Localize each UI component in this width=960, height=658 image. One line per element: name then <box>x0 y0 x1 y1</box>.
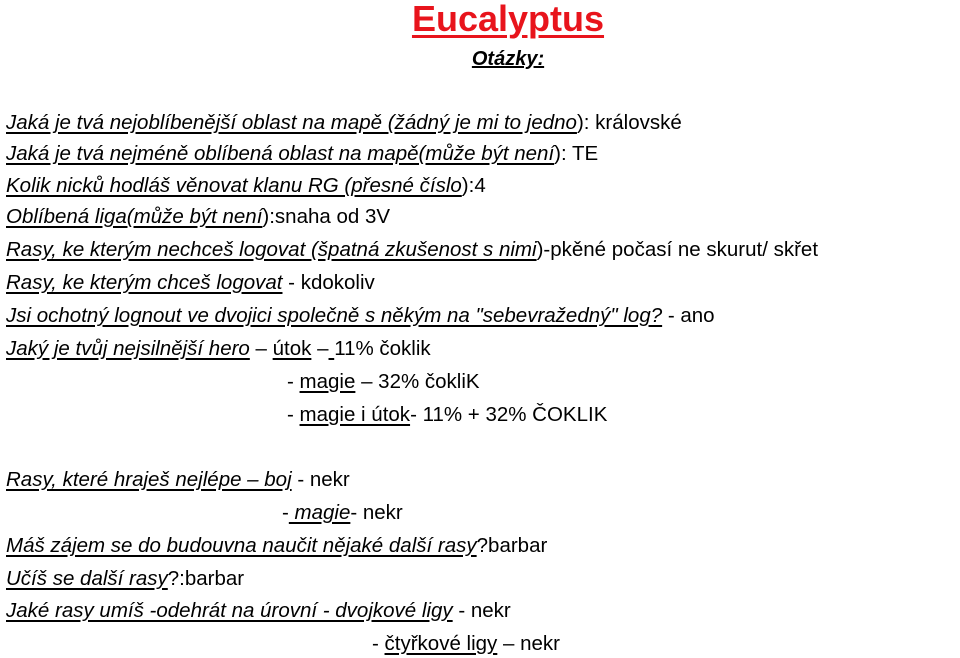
question-text: Kolik nicků hodláš věnovat klanu RG (pře… <box>6 174 462 197</box>
question-text: Jaké rasy umíš -odehrát na úrovní - dvoj… <box>6 599 453 622</box>
answer-underlined: útok <box>272 337 312 360</box>
question-text: Jaký je tvůj nejsilnější hero <box>6 337 250 360</box>
question-text: Rasy, které hraješ nejlépe – boj <box>6 468 292 491</box>
question-line: Jsi ochotný lognout ve dvojici společně … <box>6 303 715 329</box>
answer-text: - nekr <box>452 599 511 622</box>
answer-underlined: magie <box>299 370 356 393</box>
question-text: Jsi ochotný lognout ve dvojici společně … <box>6 304 663 327</box>
answer-line: - magie i útok- 11% + 32% ČOKLIK <box>287 402 607 428</box>
answer-text: ): královské <box>576 111 682 134</box>
answer-text: 11% čoklik <box>334 337 431 360</box>
question-text: Jaká je tvá nejméně oblíbená oblast na m… <box>6 142 555 165</box>
question-text: Máš zájem se do budouvna naučit nějaké d… <box>6 534 477 557</box>
answer-dash: - <box>282 501 289 524</box>
question-line: Jaké rasy umíš -odehrát na úrovní - dvoj… <box>6 598 511 624</box>
question-line: Kolik nicků hodláš věnovat klanu RG (pře… <box>6 173 486 199</box>
answer-line: - magie – 32% čokliK <box>287 369 480 395</box>
question-line: Rasy, ke kterým chceš logovat - kdokoliv <box>6 270 375 296</box>
question-text: Rasy, ke kterým chceš logovat <box>6 271 283 294</box>
answer-text: ): TE <box>554 142 599 165</box>
answer-text: - nekr <box>291 468 350 491</box>
document-title: Eucalyptus <box>411 0 605 39</box>
answer-text: ):snaha od 3V <box>262 205 391 228</box>
question-line: Jaký je tvůj nejsilnější hero – útok – 1… <box>6 336 431 362</box>
answer-sep: – <box>311 337 329 360</box>
question-line: Rasy, ke kterým nechceš logovat (špatná … <box>6 237 818 263</box>
answer-underlined: čtyřkové ligy <box>384 632 498 655</box>
question-line: Máš zájem se do budouvna naučit nějaké d… <box>6 533 547 559</box>
answer-text: - nekr <box>350 501 403 524</box>
question-line: Rasy, které hraješ nejlépe – boj - nekr <box>6 467 350 493</box>
question-text: Jaká je tvá nejoblíbenější oblast na map… <box>6 111 577 134</box>
answer-line: - čtyřkové ligy – nekr <box>372 631 560 657</box>
question-text: Oblíbená liga(může být není <box>6 205 263 228</box>
document-subtitle: Otázky: <box>471 48 545 70</box>
answer-dash: - <box>287 370 300 393</box>
answer-text: – 32% čokliK <box>355 370 480 393</box>
question-line: Jaká je tvá nejméně oblíbená oblast na m… <box>6 141 598 167</box>
answer-underlined: magie <box>288 501 351 524</box>
answer-text: - 11% + 32% ČOKLIK <box>410 403 608 426</box>
answer-text: - kdokoliv <box>282 271 375 294</box>
answer-dash: - <box>372 632 385 655</box>
answer-text: - ano <box>662 304 715 327</box>
answer-line: - magie- nekr <box>282 500 403 526</box>
answer-text: ?barbar <box>476 534 548 557</box>
question-text: Učíš se další rasy <box>6 567 168 590</box>
question-line: Oblíbená liga(může být není):snaha od 3V <box>6 204 390 230</box>
answer-sep: – <box>249 337 273 360</box>
answer-text: ?:barbar <box>167 567 245 590</box>
answer-dash: - <box>287 403 300 426</box>
answer-text: )-pkěné počasí ne skurut/ skřet <box>536 238 819 261</box>
question-text: Rasy, ke kterým nechceš logovat (špatná … <box>6 238 537 261</box>
question-line: Jaká je tvá nejoblíbenější oblast na map… <box>6 110 682 136</box>
answer-text: – nekr <box>497 632 560 655</box>
answer-underlined: magie i útok <box>299 403 411 426</box>
answer-text: ):4 <box>461 174 486 197</box>
question-line: Učíš se další rasy?:barbar <box>6 566 244 592</box>
